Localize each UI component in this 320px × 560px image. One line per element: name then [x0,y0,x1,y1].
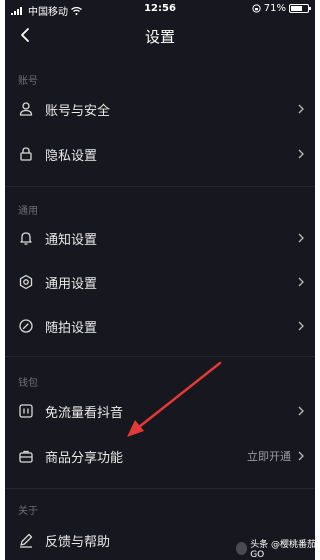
watermark: 头条 @樱桃番茄GO [236,537,319,560]
watermark-text: 头条 @樱桃番茄GO [250,540,317,560]
annotation-arrow [127,361,222,437]
watermark-logo-icon [236,542,248,555]
settings-screen: 中国移动 12:56 71% 设置 账号 账号与安全 隐私设置 通用 通知设置 … [5,0,315,560]
